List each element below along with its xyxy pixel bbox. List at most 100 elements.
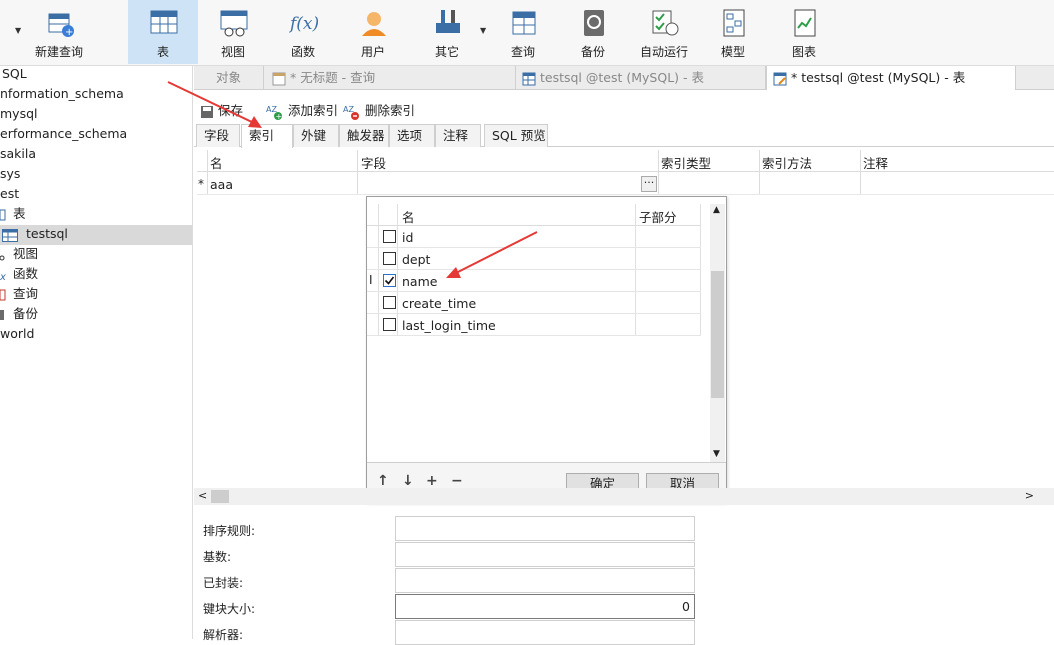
- other-dropdown-arrow-icon[interactable]: ▼: [480, 26, 486, 35]
- parser-field[interactable]: [395, 620, 695, 645]
- field-checkbox-id[interactable]: [383, 230, 396, 243]
- packed-field[interactable]: [395, 568, 695, 593]
- tab-triggers[interactable]: 触发器: [339, 124, 389, 147]
- chevron-right-icon[interactable]: >: [1025, 489, 1034, 502]
- edit-table-tab-icon: [773, 72, 787, 85]
- popup-col-name: 名: [402, 210, 415, 225]
- query-icon: [512, 11, 536, 35]
- list-item[interactable]: dept: [367, 248, 701, 270]
- main-toolbar: ▼ + 新建查询 表 视图 f(x) 函数 用户 其它 ▼ 查询 备份 自动运行…: [0, 0, 1054, 66]
- tab-options[interactable]: 选项: [389, 124, 435, 147]
- tree-item-views[interactable]: 视图: [0, 244, 38, 264]
- delete-index-button[interactable]: AZ 删除索引: [343, 100, 415, 120]
- tree-item-testsql[interactable]: testsql: [2, 224, 68, 244]
- query-button[interactable]: 查询: [494, 0, 552, 64]
- backup-button[interactable]: 备份: [564, 0, 622, 64]
- tree-item-backups[interactable]: 备份: [0, 304, 38, 324]
- tree-item-tables[interactable]: 表: [0, 204, 26, 224]
- tab-indexes[interactable]: 索引: [241, 124, 293, 148]
- tree-item-sys[interactable]: sys: [0, 164, 20, 184]
- svg-text:AZ: AZ: [343, 105, 354, 114]
- field-checkbox-create-time[interactable]: [383, 296, 396, 309]
- tree-item-sql[interactable]: SQL: [2, 64, 27, 84]
- field-name: last_login_time: [402, 318, 496, 333]
- tab-untitled-query-label: * 无标题 - 查询: [289, 70, 376, 85]
- popup-scrollbar[interactable]: ▲ ▼: [710, 204, 725, 462]
- field-picker-button[interactable]: ···: [641, 176, 657, 192]
- tab-testsql-table[interactable]: testsql @test (MySQL) - 表: [516, 66, 766, 90]
- tab-testsql-table-edit[interactable]: * testsql @test (MySQL) - 表: [766, 66, 1016, 90]
- list-item[interactable]: create_time: [367, 292, 701, 314]
- tab-testsql-table-label: testsql @test (MySQL) - 表: [539, 70, 704, 85]
- collation-field[interactable]: [395, 516, 695, 541]
- list-item[interactable]: id: [367, 226, 701, 248]
- chevron-down-icon[interactable]: ▼: [713, 449, 720, 459]
- add-icon[interactable]: +: [426, 473, 438, 489]
- field-checkbox-dept[interactable]: [383, 252, 396, 265]
- tree-item-performance-schema[interactable]: erformance_schema: [0, 124, 127, 144]
- tab-objects[interactable]: 对象: [194, 66, 264, 90]
- auto-run-label: 自动运行: [639, 45, 688, 59]
- cardinality-field[interactable]: [395, 542, 695, 567]
- remove-icon[interactable]: −: [451, 473, 463, 489]
- tree-item-mysql[interactable]: mysql: [0, 104, 38, 124]
- index-name-cell[interactable]: aaa: [210, 177, 233, 192]
- field-checkbox-last-login-time[interactable]: [383, 318, 396, 331]
- tab-comments[interactable]: 注释: [435, 124, 481, 147]
- table-button[interactable]: 表: [128, 0, 198, 64]
- table-row[interactable]: * aaa: [197, 173, 1054, 195]
- dropdown-arrow-icon[interactable]: ▼: [15, 26, 21, 35]
- tab-sql-preview[interactable]: SQL 预览: [484, 124, 548, 147]
- tree-item-world[interactable]: world: [0, 324, 34, 344]
- function-button[interactable]: f(x) 函数: [274, 0, 332, 64]
- horizontal-scrollbar[interactable]: < >: [194, 488, 1054, 505]
- tree-item-testsql-label: testsql: [25, 226, 68, 241]
- tree-item-information-schema[interactable]: nformation_schema: [0, 84, 124, 104]
- tree-item-functions[interactable]: x 函数: [0, 264, 38, 284]
- chart-button[interactable]: 图表: [775, 0, 833, 64]
- model-button[interactable]: 模型: [704, 0, 762, 64]
- list-item[interactable]: last_login_time: [367, 314, 701, 336]
- chart-label: 图表: [791, 45, 816, 59]
- tree-item-test[interactable]: est: [0, 184, 19, 204]
- col-comment: 注释: [863, 156, 889, 171]
- add-index-icon: AZ+: [266, 105, 282, 120]
- tab-foreign-keys[interactable]: 外键: [293, 124, 339, 147]
- tree-item-queries[interactable]: 查询: [0, 284, 38, 304]
- chevron-up-icon[interactable]: ▲: [713, 205, 720, 215]
- move-up-icon[interactable]: ↑: [377, 473, 389, 489]
- parser-label: 解析器:: [203, 628, 244, 642]
- tree-item-tables-label: 表: [12, 206, 26, 221]
- field-picker-popup: 名 子部分 id dept I name create_time last_lo…: [366, 196, 727, 503]
- add-index-button[interactable]: AZ + 添加索引: [266, 100, 338, 120]
- tab-untitled-query[interactable]: * 无标题 - 查询: [266, 66, 516, 90]
- list-item[interactable]: I name: [367, 270, 701, 292]
- tree-item-views-label: 视图: [12, 246, 38, 261]
- col-index-type: 索引类型: [661, 156, 712, 171]
- save-button[interactable]: 保存: [200, 100, 243, 119]
- table-icon: [150, 10, 178, 34]
- scrollbar-thumb[interactable]: [211, 490, 229, 503]
- save-icon: [201, 105, 213, 118]
- scrollbar-thumb[interactable]: [711, 271, 724, 398]
- text-cursor-icon: I: [369, 273, 373, 287]
- model-icon: [723, 9, 745, 37]
- chevron-left-icon[interactable]: <: [198, 489, 207, 502]
- tree-item-sakila[interactable]: sakila: [0, 144, 36, 164]
- move-down-icon[interactable]: ↓: [402, 473, 414, 489]
- col-index-method: 索引方法: [762, 156, 813, 171]
- backup-icon: [584, 10, 604, 36]
- auto-run-button[interactable]: 自动运行: [634, 0, 694, 64]
- field-name: name: [402, 274, 438, 289]
- view-button[interactable]: 视图: [204, 0, 262, 64]
- new-query-button[interactable]: + 新建查询: [30, 0, 88, 64]
- connection-tree: SQL nformation_schema mysql erformance_s…: [0, 66, 193, 639]
- other-button[interactable]: 其它: [418, 0, 476, 64]
- document-tabs: 对象 * 无标题 - 查询 testsql @test (MySQL) - 表 …: [194, 66, 1054, 90]
- user-button[interactable]: 用户: [344, 0, 402, 64]
- tab-fields[interactable]: 字段: [196, 124, 240, 147]
- field-checkbox-name[interactable]: [383, 274, 396, 287]
- table-design-tabs: 字段 索引 外键 触发器 选项 注释 SQL 预览: [194, 124, 1054, 148]
- other-label: 其它: [434, 45, 459, 59]
- key-block-size-field[interactable]: 0: [395, 594, 695, 619]
